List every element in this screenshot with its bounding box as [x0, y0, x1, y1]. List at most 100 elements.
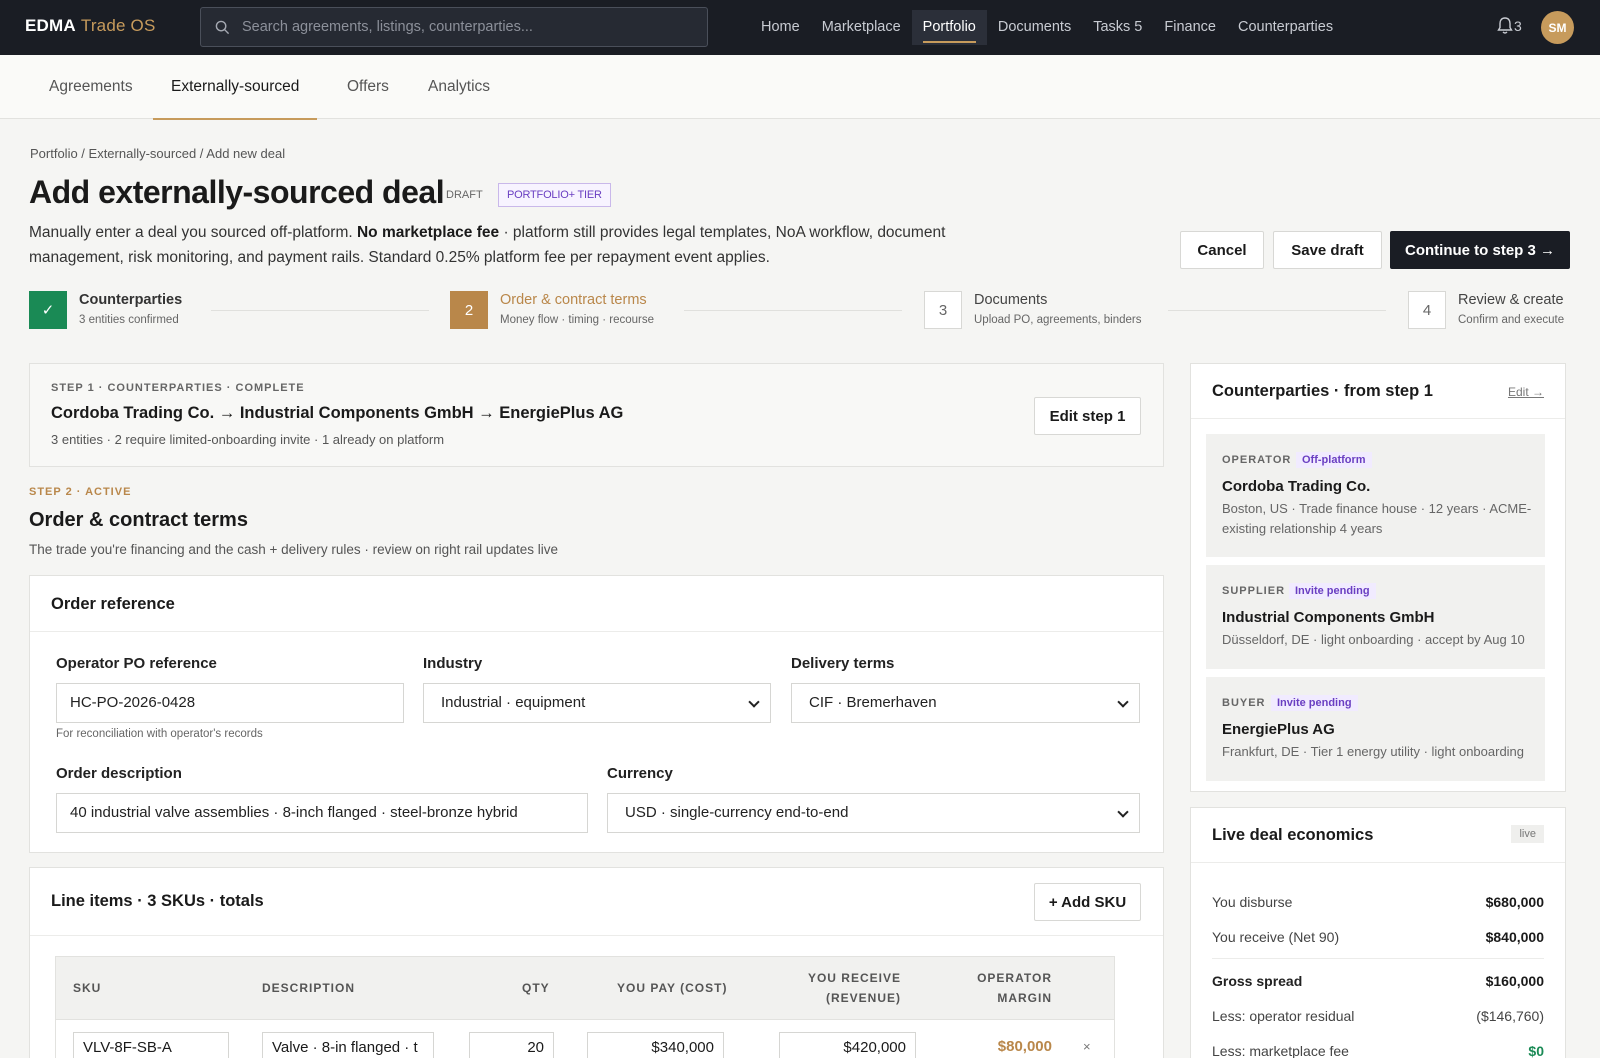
- row-value: $840,000: [1485, 929, 1544, 945]
- cost-input[interactable]: $340,000: [587, 1032, 724, 1058]
- step2-subtitle: The trade you're financing and the cash …: [29, 542, 558, 557]
- order-description-input[interactable]: 40 industrial valve assemblies · 8-inch …: [56, 793, 588, 833]
- search-icon: [215, 20, 230, 34]
- step-number: 2: [450, 291, 488, 329]
- step-order-terms[interactable]: 2 Order & contract terms Money flow · tim…: [450, 291, 654, 329]
- party-name: EnergiePlus AG: [1222, 721, 1335, 738]
- party-tag: Off-platform: [1296, 452, 1372, 468]
- step-review[interactable]: 4 Review & create Confirm and execute: [1408, 291, 1564, 329]
- economics-row: Less: operator residual ($146,760): [1212, 1008, 1544, 1024]
- check-icon: ✓: [29, 291, 67, 329]
- deal-economics-card: Live deal economics live You disburse $68…: [1190, 807, 1566, 1058]
- cancel-button[interactable]: Cancel: [1180, 231, 1264, 269]
- step-title: Order & contract terms: [500, 292, 647, 308]
- remove-row-icon[interactable]: ×: [1083, 1039, 1091, 1054]
- section-title: Order reference: [30, 576, 1163, 632]
- step-title: Counterparties: [79, 292, 183, 308]
- row-label: Less: marketplace fee: [1212, 1043, 1349, 1058]
- step-title: Documents: [974, 292, 1048, 308]
- party-role: BUYER: [1222, 697, 1266, 709]
- main-nav: Home Marketplace Portfolio Documents Tas…: [750, 10, 1344, 45]
- brand-logo[interactable]: EDMA Trade OS: [25, 16, 156, 36]
- nav-home[interactable]: Home: [750, 10, 811, 45]
- step-connector: [1168, 310, 1386, 311]
- tab-externally-sourced[interactable]: Externally-sourced: [153, 55, 318, 120]
- tier-badge: PORTFOLIO+ TIER: [498, 183, 611, 207]
- rail-edit-link[interactable]: Edit →: [1508, 385, 1544, 399]
- col-revenue-line2: (REVENUE): [825, 991, 901, 1005]
- user-avatar[interactable]: SM: [1541, 11, 1574, 44]
- status-badge: DRAFT: [446, 189, 483, 201]
- party-supplier[interactable]: SUPPLIER Invite pending Industrial Compo…: [1206, 565, 1545, 669]
- economics-row: You disburse $680,000: [1212, 894, 1544, 910]
- currency-select[interactable]: USD · single-currency end-to-end: [607, 793, 1140, 833]
- revenue-input[interactable]: $420,000: [779, 1032, 916, 1058]
- brand-name: EDMA: [25, 16, 76, 35]
- step2-title: Order & contract terms: [29, 509, 248, 531]
- row-value: $680,000: [1485, 894, 1544, 910]
- row-value: $160,000: [1485, 973, 1544, 989]
- global-search[interactable]: [200, 7, 708, 47]
- top-bar: EDMATrade OS Home Marketplace Portfolio …: [0, 0, 1600, 55]
- row-label: Less: operator residual: [1212, 1008, 1355, 1024]
- add-sku-button[interactable]: + Add SKU: [1034, 883, 1141, 921]
- rail-header: Counterparties · from step 1 Edit →: [1191, 364, 1565, 419]
- nav-counterparties[interactable]: Counterparties: [1227, 10, 1344, 45]
- col-margin-line1: OPERATOR: [977, 971, 1052, 985]
- live-badge: live: [1511, 825, 1544, 843]
- col-cost: YOU PAY (COST): [617, 981, 728, 995]
- party-tag: Invite pending: [1289, 583, 1376, 599]
- delivery-label: Delivery terms: [791, 655, 895, 672]
- step-number: 3: [924, 291, 962, 329]
- tab-analytics[interactable]: Analytics: [410, 55, 508, 119]
- save-draft-button[interactable]: Save draft: [1273, 231, 1382, 269]
- desc-emphasis: No marketplace fee: [356, 224, 500, 241]
- sku-input[interactable]: VLV-8F-SB-A: [73, 1032, 229, 1058]
- bell-icon: [1497, 17, 1513, 34]
- step-subtitle: Upload PO, agreements, binders: [974, 314, 1142, 326]
- step-number: 4: [1408, 291, 1446, 329]
- description-input[interactable]: Valve · 8-in flanged · t: [262, 1032, 434, 1058]
- party-role: SUPPLIER: [1222, 585, 1286, 597]
- col-margin: OPERATOR MARGIN: [977, 968, 1052, 1008]
- row-label: You disburse: [1212, 894, 1293, 910]
- nav-marketplace[interactable]: Marketplace: [811, 10, 912, 45]
- notifications-button[interactable]: 3: [1496, 16, 1522, 35]
- counterparty-route: Cordoba Trading Co. → Industrial Compone…: [51, 404, 624, 422]
- col-sku: SKU: [73, 981, 102, 995]
- economics-row: Less: marketplace fee $0: [1212, 1043, 1544, 1058]
- line-items-header: Line items · 3 SKUs · totals + Add SKU: [30, 868, 1163, 936]
- breadcrumb[interactable]: Portfolio / Externally-sourced / Add new…: [30, 146, 285, 161]
- economics-row: You receive (Net 90) $840,000: [1212, 929, 1544, 945]
- search-input[interactable]: [242, 19, 682, 35]
- continue-button[interactable]: Continue to step 3 →: [1390, 231, 1570, 269]
- qty-input[interactable]: 20: [469, 1032, 554, 1058]
- step-documents[interactable]: 3 Documents Upload PO, agreements, binder…: [924, 291, 1141, 329]
- edit-step1-button[interactable]: Edit step 1: [1034, 397, 1141, 435]
- nav-documents[interactable]: Documents: [987, 10, 1082, 45]
- desc-text: Manually enter a deal you sourced off-pl…: [29, 224, 357, 241]
- portfolio-tabs: Agreements Externally-sourced Offers Ana…: [0, 55, 1600, 120]
- tab-agreements[interactable]: Agreements: [31, 55, 151, 119]
- po-reference-input[interactable]: HC-PO-2026-0428: [56, 683, 404, 723]
- po-label: Operator PO reference: [56, 655, 217, 672]
- step-subtitle: Money flow · timing · recourse: [500, 314, 655, 326]
- tab-offers[interactable]: Offers: [329, 55, 407, 119]
- economics-header: Live deal economics live: [1191, 808, 1565, 863]
- row-value: ($146,760): [1476, 1008, 1544, 1024]
- notification-count: 3: [1514, 17, 1522, 34]
- delivery-terms-select[interactable]: CIF · Bremerhaven: [791, 683, 1140, 723]
- nav-portfolio[interactable]: Portfolio: [911, 10, 987, 45]
- step-counterparties[interactable]: ✓ Counterparties 3 entities confirmed: [29, 291, 182, 329]
- party-buyer[interactable]: BUYER Invite pending EnergiePlus AG Fran…: [1206, 677, 1545, 781]
- row-label: You receive (Net 90): [1212, 929, 1340, 945]
- party-tag: Invite pending: [1271, 695, 1358, 711]
- party-operator[interactable]: OPERATOR Off-platform Cordoba Trading Co…: [1206, 434, 1545, 557]
- nav-finance[interactable]: Finance: [1153, 10, 1227, 45]
- party-meta: Düsseldorf, DE · light onboarding · acce…: [1222, 632, 1525, 647]
- nav-tasks[interactable]: Tasks 5: [1082, 10, 1153, 45]
- currency-label: Currency: [607, 765, 673, 782]
- industry-select[interactable]: Industrial · equipment: [423, 683, 771, 723]
- row-value: $0: [1528, 1043, 1544, 1058]
- description-label: Order description: [56, 765, 182, 782]
